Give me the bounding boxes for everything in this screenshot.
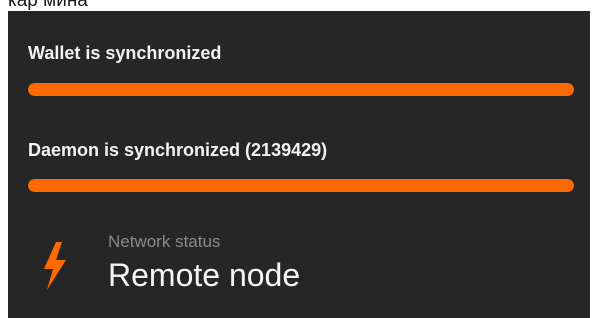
daemon-progress-fill <box>28 179 574 192</box>
top-cropped-label: кар мина <box>8 0 88 11</box>
wallet-progress-fill <box>28 83 574 96</box>
wallet-progress-bar <box>28 83 574 96</box>
daemon-progress-bar <box>28 179 574 192</box>
wallet-sync-label: Wallet is synchronized <box>28 43 222 63</box>
daemon-sync-label: Daemon is synchronized (2139429) <box>28 140 328 160</box>
lightning-bolt-icon <box>44 242 66 290</box>
network-status-caption: Network status <box>108 232 221 251</box>
network-status-value: Remote node <box>108 257 301 293</box>
